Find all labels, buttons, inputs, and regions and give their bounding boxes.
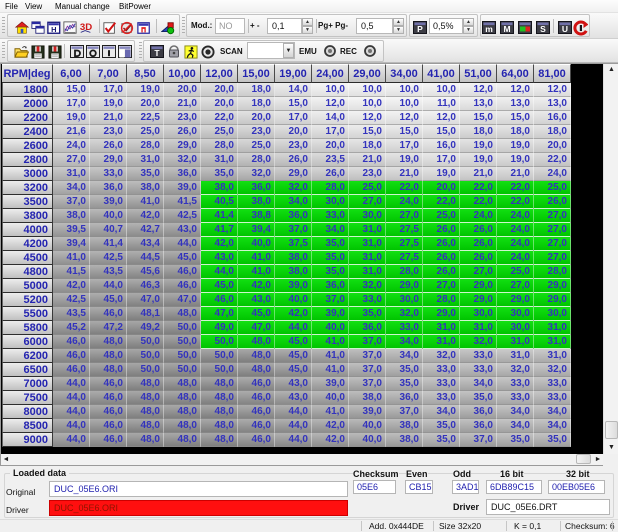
svg-text:P: P <box>417 24 423 34</box>
svg-text:M: M <box>503 24 510 34</box>
svg-text:U: U <box>562 24 568 34</box>
svg-text:S: S <box>540 24 546 34</box>
svg-text:m: m <box>485 24 493 34</box>
svg-text:H: H <box>51 25 56 34</box>
svg-text:T: T <box>154 48 160 58</box>
